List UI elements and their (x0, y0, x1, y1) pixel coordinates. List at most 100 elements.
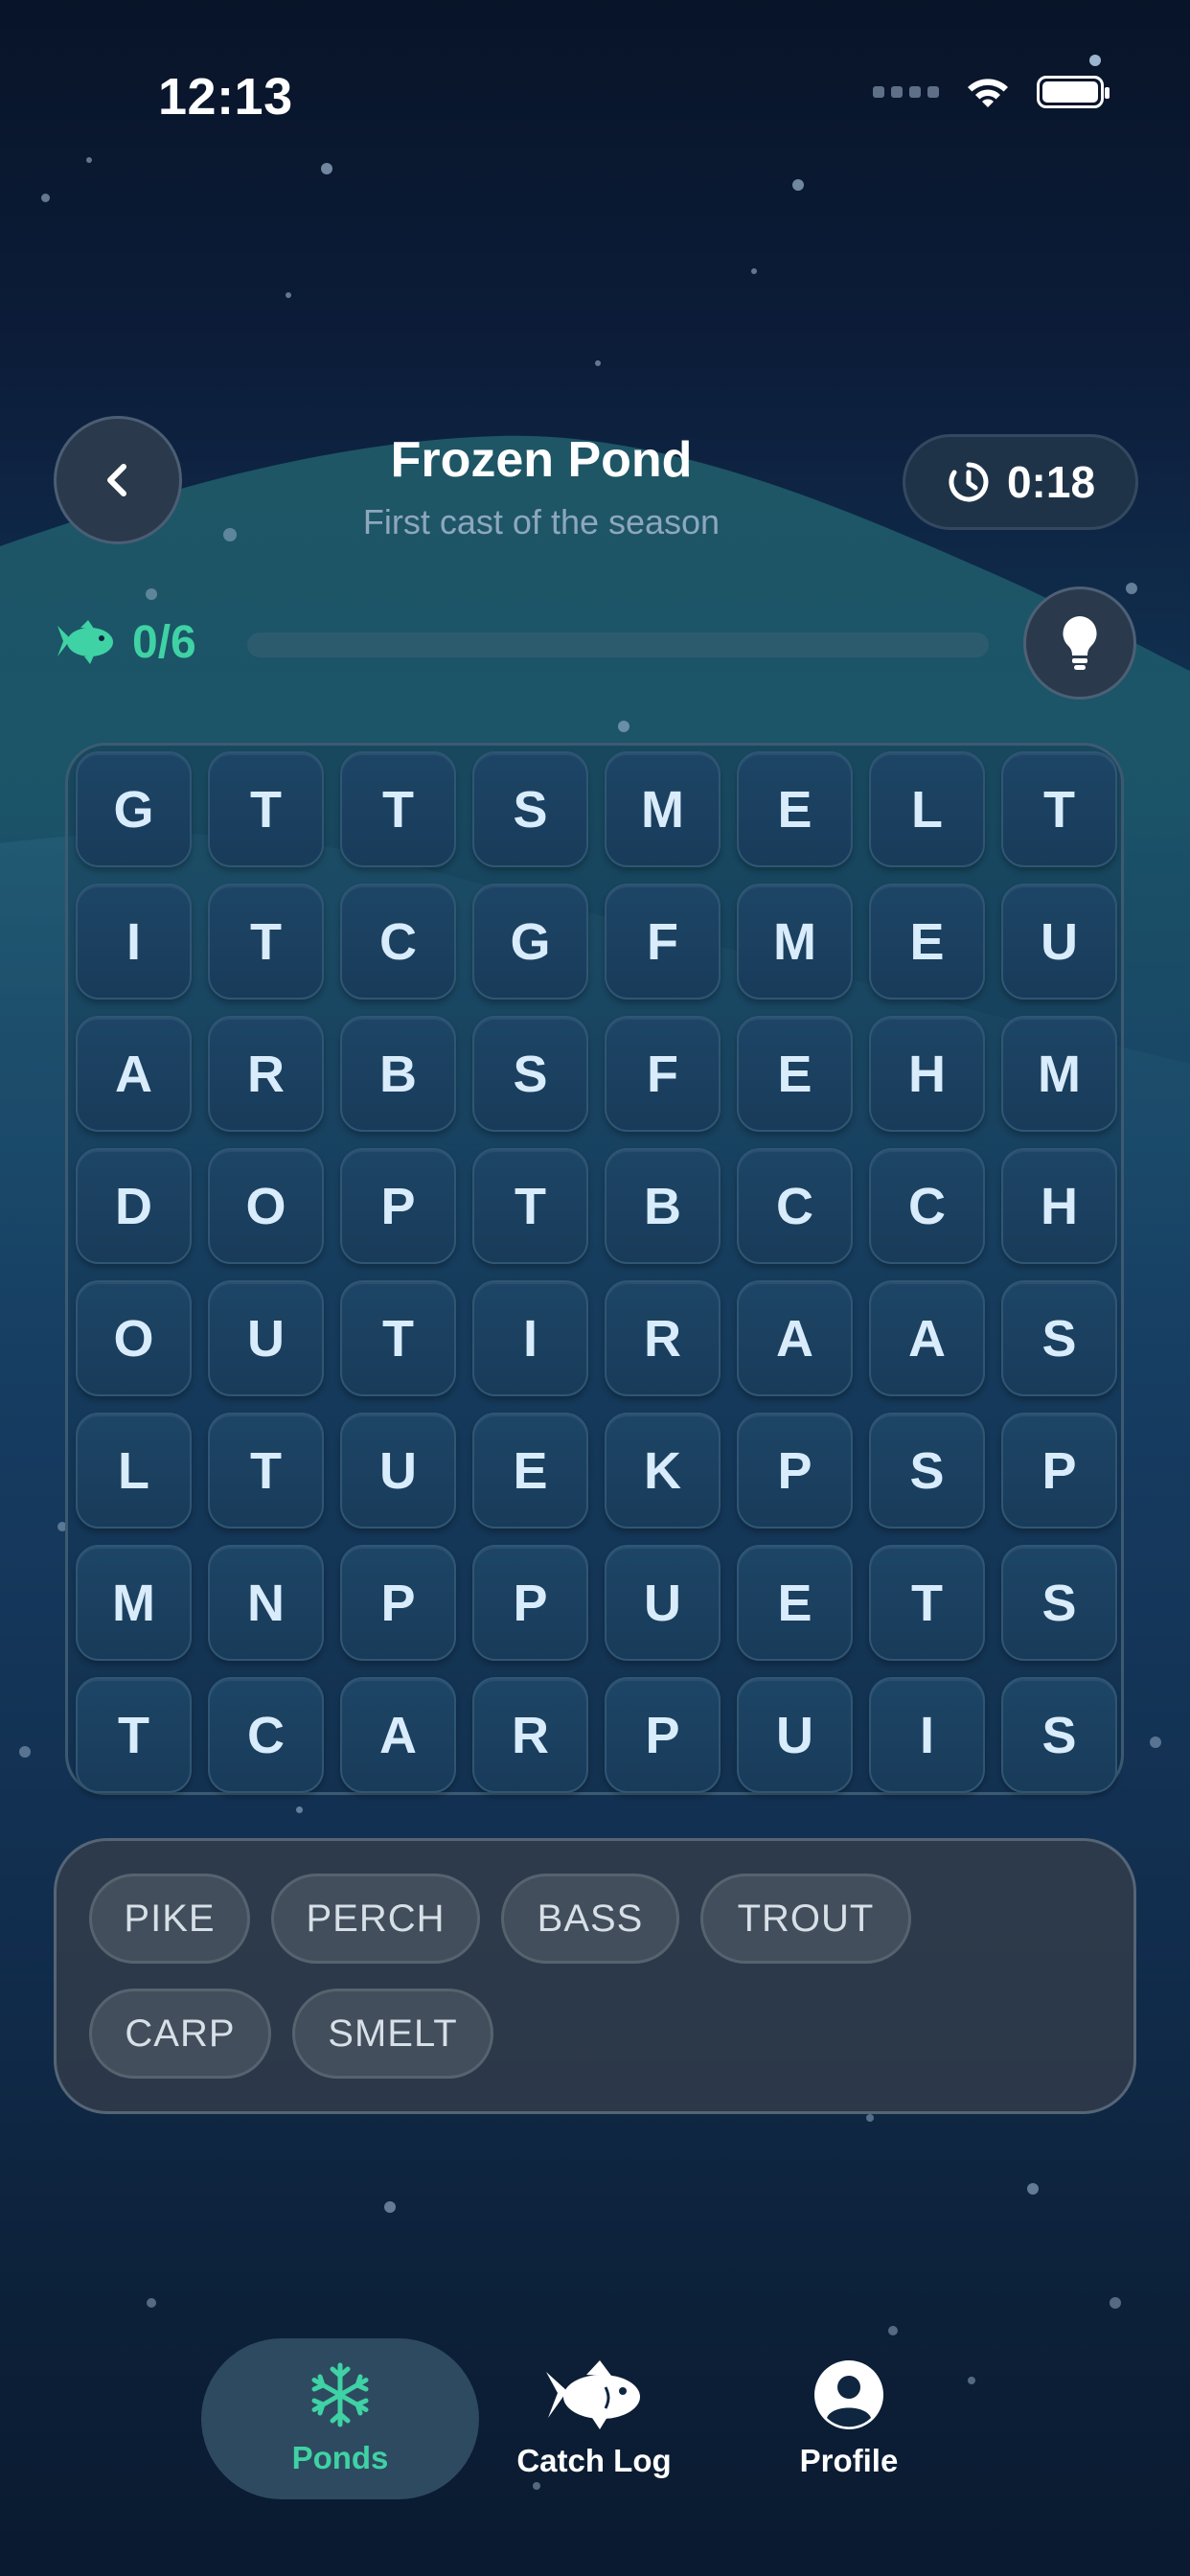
letter-tile[interactable]: E (869, 884, 985, 1000)
word-chip: PIKE (89, 1874, 250, 1964)
letter-tile[interactable]: T (208, 884, 324, 1000)
wifi-icon (968, 79, 1008, 107)
letter-tile[interactable]: T (208, 751, 324, 867)
star-decoration (1110, 2297, 1121, 2309)
letter-tile[interactable]: P (737, 1413, 853, 1529)
letter-tile[interactable]: S (472, 1016, 588, 1132)
letter-tile[interactable]: L (76, 1413, 192, 1529)
letter-tile[interactable]: U (737, 1677, 853, 1793)
star-decoration (321, 163, 332, 174)
letter-tile[interactable]: P (605, 1677, 721, 1793)
letter-tile[interactable]: M (605, 751, 721, 867)
tab-ponds[interactable]: Ponds (201, 2338, 479, 2499)
letter-tile[interactable]: P (1001, 1413, 1117, 1529)
tab-profile[interactable]: Profile (753, 2338, 945, 2499)
letter-tile[interactable]: P (340, 1545, 456, 1661)
hint-button[interactable] (1023, 586, 1136, 700)
letter-tile[interactable]: M (1001, 1016, 1117, 1132)
letter-tile[interactable]: A (869, 1280, 985, 1396)
letter-tile[interactable]: C (869, 1148, 985, 1264)
letter-tile[interactable]: E (737, 751, 853, 867)
letter-tile[interactable]: R (472, 1677, 588, 1793)
star-decoration (1126, 583, 1137, 594)
star-decoration (595, 360, 601, 366)
letter-tile[interactable]: S (869, 1413, 985, 1529)
letter-tile[interactable]: G (472, 884, 588, 1000)
letter-tile[interactable]: T (1001, 751, 1117, 867)
star-decoration (618, 721, 629, 732)
letter-tile[interactable]: L (869, 751, 985, 867)
letter-tile[interactable]: C (208, 1677, 324, 1793)
letter-tile[interactable]: A (737, 1280, 853, 1396)
battery-icon (1037, 76, 1110, 108)
letter-tile[interactable]: T (869, 1545, 985, 1661)
letter-tile[interactable]: N (208, 1545, 324, 1661)
letter-tile[interactable]: F (605, 884, 721, 1000)
letter-tile[interactable]: I (472, 1280, 588, 1396)
back-button[interactable] (54, 416, 182, 544)
letter-tile[interactable]: M (737, 884, 853, 1000)
letter-tile[interactable]: A (340, 1677, 456, 1793)
letter-tile[interactable]: B (605, 1148, 721, 1264)
letter-tile[interactable]: K (605, 1413, 721, 1529)
letter-tile[interactable]: D (76, 1148, 192, 1264)
letter-tile[interactable]: S (1001, 1677, 1117, 1793)
star-decoration (888, 2326, 898, 2335)
progress-row: 0/6 (56, 613, 1014, 671)
letter-tile[interactable]: C (340, 884, 456, 1000)
letter-tile[interactable]: U (208, 1280, 324, 1396)
fish-icon (546, 2360, 640, 2429)
cellular-signal-icon (873, 86, 939, 98)
letter-tile[interactable]: U (340, 1413, 456, 1529)
tab-ponds-label: Ponds (291, 2440, 389, 2475)
star-decoration (1150, 1736, 1161, 1748)
star-decoration (792, 179, 804, 191)
letter-tile[interactable]: S (472, 751, 588, 867)
letter-tile[interactable]: U (605, 1545, 721, 1661)
tab-profile-label: Profile (799, 2443, 899, 2478)
stopwatch-icon (949, 462, 989, 502)
star-decoration (751, 268, 757, 274)
letter-tile[interactable]: P (472, 1545, 588, 1661)
letter-tile[interactable]: O (76, 1280, 192, 1396)
letter-tile[interactable]: T (472, 1148, 588, 1264)
letter-tile[interactable]: H (869, 1016, 985, 1132)
tab-catch-log[interactable]: Catch Log (498, 2338, 690, 2499)
letter-tile[interactable]: E (472, 1413, 588, 1529)
progress-track (247, 632, 989, 657)
word-chip: SMELT (292, 1989, 493, 2079)
letter-tile[interactable]: U (1001, 884, 1117, 1000)
letter-tile[interactable]: B (340, 1016, 456, 1132)
progress-count: 0/6 (132, 616, 196, 668)
letter-tile[interactable]: P (340, 1148, 456, 1264)
word-chip: TROUT (700, 1874, 911, 1964)
tab-catch-log-label: Catch Log (516, 2443, 672, 2478)
letter-tile[interactable]: F (605, 1016, 721, 1132)
page-title: Frozen Pond (390, 432, 693, 488)
letter-tile[interactable]: T (76, 1677, 192, 1793)
letter-tile[interactable]: S (1001, 1545, 1117, 1661)
letter-tile[interactable]: A (76, 1016, 192, 1132)
letter-tile[interactable]: S (1001, 1280, 1117, 1396)
letter-tile[interactable]: C (737, 1148, 853, 1264)
timer-value: 0:18 (1006, 457, 1096, 507)
letter-tile[interactable]: T (340, 751, 456, 867)
letter-tile[interactable]: T (208, 1413, 324, 1529)
letter-tile[interactable]: I (869, 1677, 985, 1793)
letter-tile[interactable]: M (76, 1545, 192, 1661)
letter-tile[interactable]: O (208, 1148, 324, 1264)
letter-grid: GTTSMELTITCGFMEUARBSFEHMDOPTBCCHOUTIRAAS… (65, 743, 1124, 1795)
letter-tile[interactable]: R (208, 1016, 324, 1132)
letter-tile[interactable]: I (76, 884, 192, 1000)
timer-pill: 0:18 (903, 434, 1138, 530)
letter-tile[interactable]: E (737, 1545, 853, 1661)
letter-tile[interactable]: R (605, 1280, 721, 1396)
star-decoration (147, 2298, 156, 2308)
letter-tile[interactable]: H (1001, 1148, 1117, 1264)
letter-tile[interactable]: T (340, 1280, 456, 1396)
star-decoration (1089, 55, 1101, 66)
letter-tile[interactable]: E (737, 1016, 853, 1132)
fish-icon (57, 620, 113, 664)
star-decoration (146, 588, 157, 600)
letter-tile[interactable]: G (76, 751, 192, 867)
